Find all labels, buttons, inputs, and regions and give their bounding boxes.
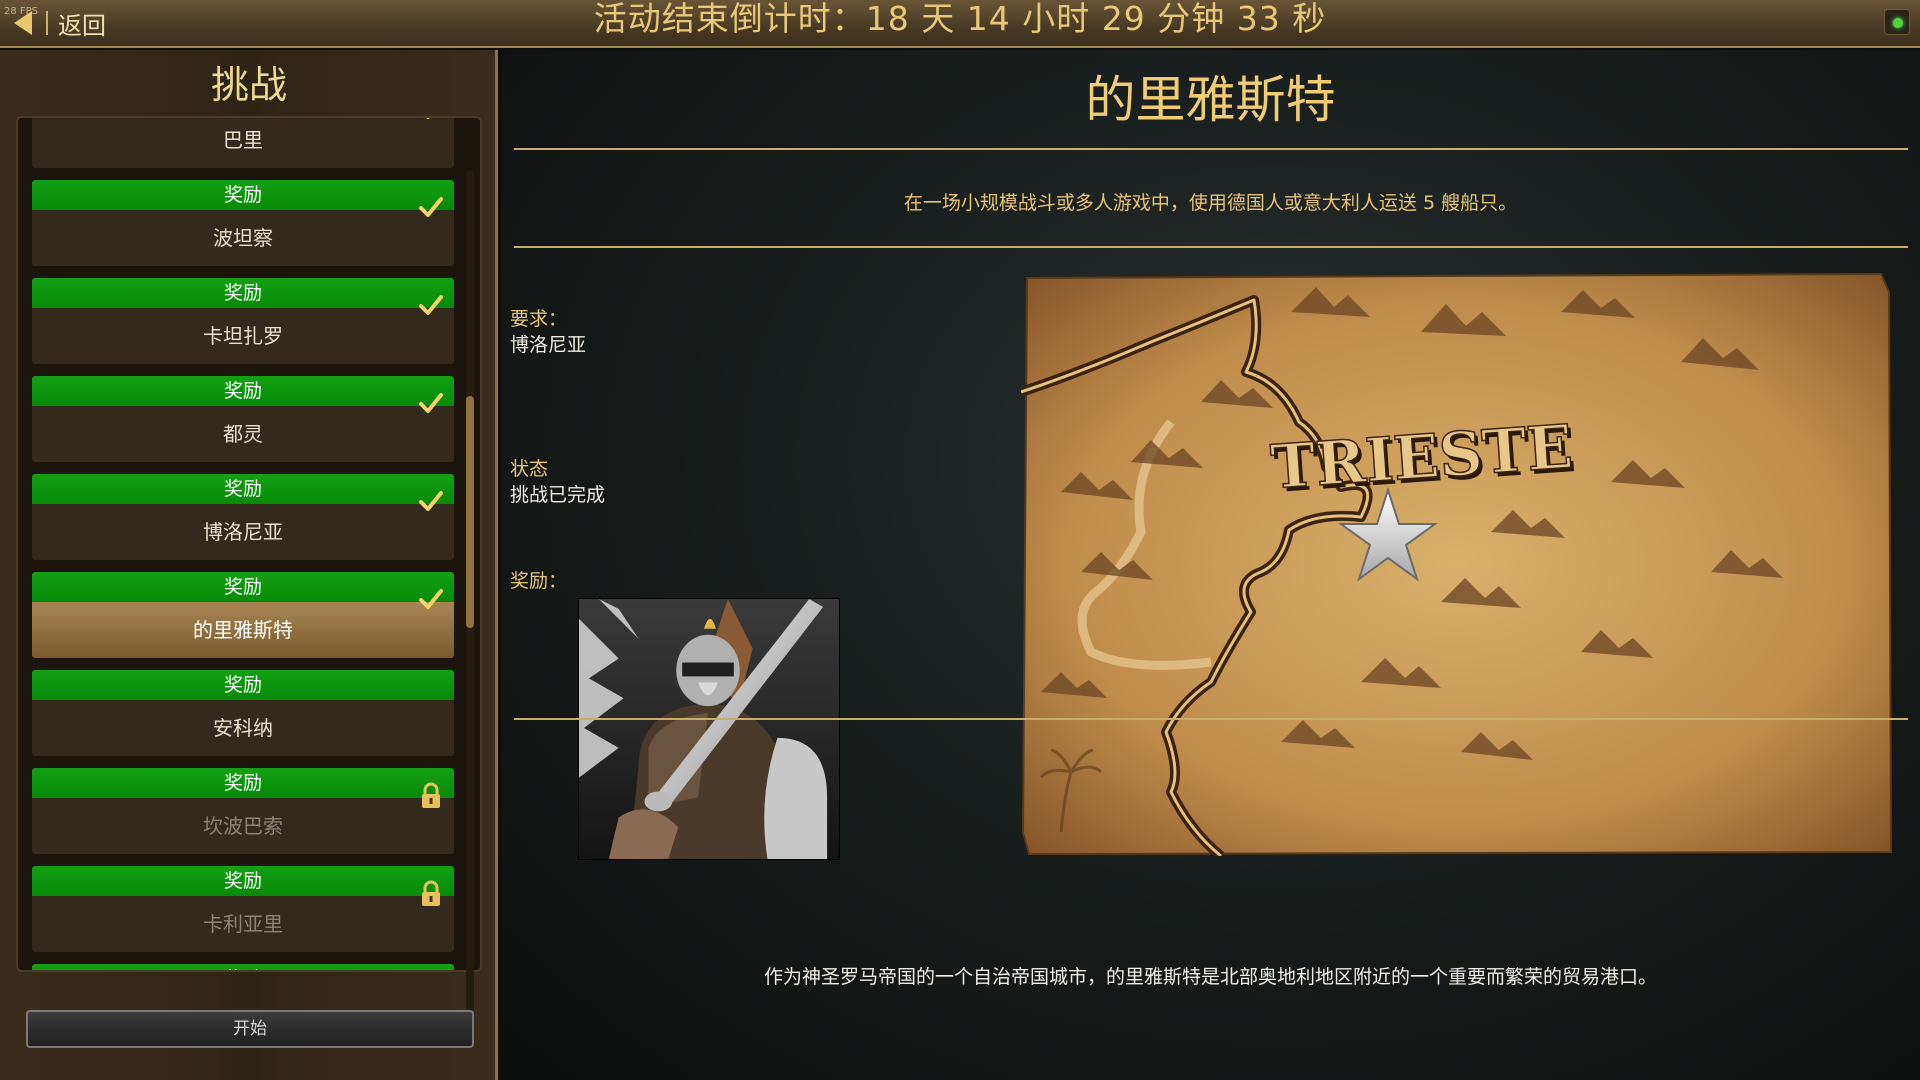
challenge-history-text: 作为神圣罗马帝国的一个自治帝国城市，的里雅斯特是北部奥地利地区附近的一个重要而繁… [763,966,1657,988]
challenge-item[interactable]: 奖励 安科纳 [32,670,454,768]
challenge-name: 的里雅斯特 [32,602,454,658]
challenge-name: 卡坦扎罗 [32,308,454,364]
reward-badge: 奖励 [32,670,454,700]
status-value: 挑战已完成 [510,484,606,506]
challenge-item[interactable]: 奖励 的里雅斯特 [32,572,454,670]
divider [514,148,1908,150]
challenge-map-image: TRIESTE TRIESTE [1021,272,1893,856]
connection-status-icon[interactable] [1884,9,1910,35]
reward-portrait-image[interactable] [578,598,840,860]
scroll-thumb[interactable] [466,396,474,628]
reward-badge: 奖励 [32,278,454,308]
challenge-name: 波坦察 [32,210,454,266]
checkmark-icon [419,393,443,413]
reward-badge: 奖励 [32,474,454,504]
reward-badge: 奖励 [32,572,454,602]
challenge-name: 巴里 [32,118,454,168]
challenge-item[interactable]: 奖励 坎波巴索 [32,768,454,866]
challenge-item[interactable]: 奖励 [32,964,454,970]
divider [514,246,1908,248]
reward-label: 奖励： [510,570,568,592]
requirement-value: 博洛尼亚 [510,334,587,356]
challenge-item[interactable]: 奖励 波坦察 [32,180,454,278]
challenge-item[interactable]: 奖励 卡坦扎罗 [32,278,454,376]
lock-icon [422,782,440,808]
status-label: 状态 [510,458,549,480]
lock-icon [422,880,440,906]
reward-badge: 奖励 [32,866,454,896]
panel-title: 挑战 [210,63,287,107]
challenge-item[interactable]: 奖励 都灵 [32,376,454,474]
challenge-item[interactable]: 奖励 卡利亚里 [32,866,454,964]
challenge-item[interactable]: 奖励巴里 [32,118,454,180]
event-countdown: 活动结束倒计时：18 天 14 小时 29 分钟 33 秒 [593,0,1327,38]
requirement-label: 要求： [510,308,568,330]
list-scrollbar[interactable] [466,170,474,1012]
challenge-name: 都灵 [32,406,454,462]
divider [514,718,1908,720]
reward-badge: 奖励 [32,964,454,970]
challenge-description: 在一场小规模战斗或多人游戏中，使用德国人或意大利人运送 5 艘船只。 [903,192,1518,214]
challenge-title: 的里雅斯特 [1085,71,1336,129]
start-button[interactable]: 开始 [26,1010,474,1048]
challenge-name: 卡利亚里 [32,896,454,952]
checkmark-icon [419,491,443,511]
challenge-list-items: 奖励巴里奖励波坦察奖励卡坦扎罗奖励都灵奖励博洛尼亚奖励的里雅斯特奖励安科纳奖励坎… [32,118,454,970]
checkmark-icon [419,589,443,609]
challenge-name: 博洛尼亚 [32,504,454,560]
checkmark-icon [419,295,443,315]
reward-badge: 奖励 [32,768,454,798]
challenge-name: 安科纳 [32,700,454,756]
checkmark-icon [426,118,430,119]
reward-badge: 奖励 [32,376,454,406]
top-bar: 28 FPS 返回 活动结束倒计时：18 天 14 小时 29 分钟 33 秒 [0,0,1920,48]
challenge-list-panel: 挑战 奖励巴里奖励波坦察奖励卡坦扎罗奖励都灵奖励博洛尼亚奖励的里雅斯特奖励安科纳… [0,50,498,1080]
checkmark-icon [419,197,443,217]
challenge-name: 坎波巴索 [32,798,454,854]
challenge-detail-panel: 的里雅斯特 在一场小规模战斗或多人游戏中，使用德国人或意大利人运送 5 艘船只。… [501,50,1920,1080]
challenge-item[interactable]: 奖励 博洛尼亚 [32,474,454,572]
reward-badge: 奖励 [32,180,454,210]
challenge-list: 奖励巴里奖励波坦察奖励卡坦扎罗奖励都灵奖励博洛尼亚奖励的里雅斯特奖励安科纳奖励坎… [16,116,482,972]
